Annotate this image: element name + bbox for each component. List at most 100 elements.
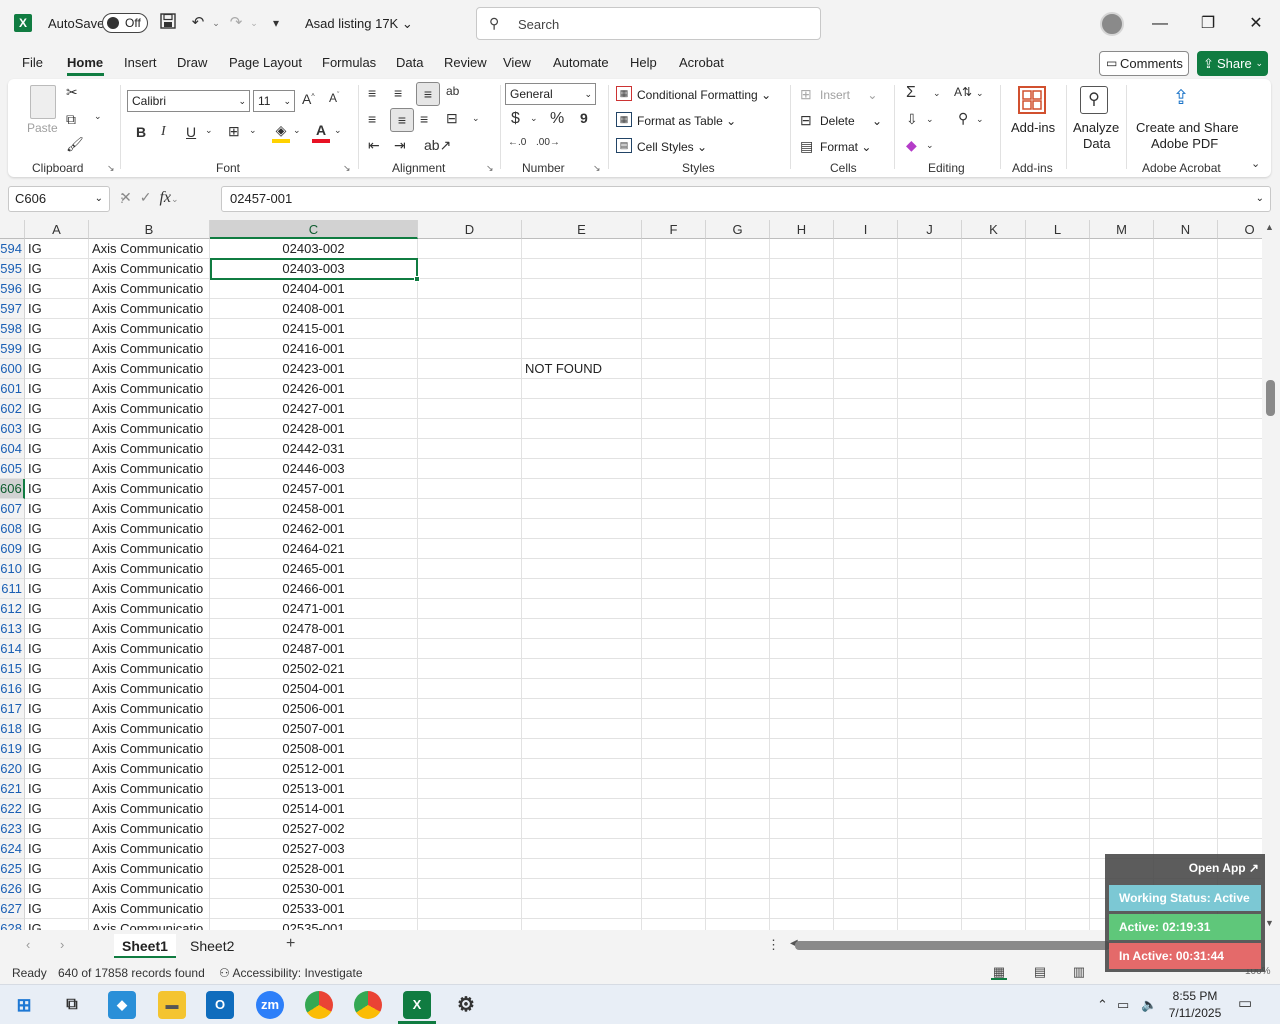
cell-n[interactable] — [1154, 259, 1218, 279]
cell-i[interactable] — [834, 639, 898, 659]
cell-f[interactable] — [642, 919, 706, 930]
cell-o[interactable] — [1218, 379, 1262, 399]
cell-l[interactable] — [1026, 419, 1090, 439]
create-share-label-1[interactable]: Create and Share — [1136, 120, 1239, 135]
cell-c[interactable]: 02487-001 — [210, 639, 418, 659]
cell-d[interactable] — [418, 619, 522, 639]
cell-c[interactable]: 02446-003 — [210, 459, 418, 479]
cell-e[interactable] — [522, 539, 642, 559]
cell-a[interactable]: IG — [25, 359, 89, 379]
cell-a[interactable]: IG — [25, 539, 89, 559]
cell-d[interactable] — [418, 299, 522, 319]
cell-g[interactable] — [706, 739, 770, 759]
cell-m[interactable] — [1090, 399, 1154, 419]
cell-e[interactable] — [522, 279, 642, 299]
cell-g[interactable] — [706, 779, 770, 799]
cell-d[interactable] — [418, 359, 522, 379]
more-options-icon[interactable]: ⋮ — [767, 937, 780, 953]
cell-l[interactable] — [1026, 899, 1090, 919]
cell-h[interactable] — [770, 439, 834, 459]
cell-i[interactable] — [834, 659, 898, 679]
cell-a[interactable]: IG — [25, 719, 89, 739]
cell-f[interactable] — [642, 879, 706, 899]
cell-c[interactable]: 02466-001 — [210, 579, 418, 599]
cell-g[interactable] — [706, 759, 770, 779]
format-as-table-button[interactable]: Format as Table ⌄ — [637, 114, 736, 128]
row-header[interactable]: 618 — [0, 719, 25, 739]
tab-formulas[interactable]: Formulas — [322, 55, 376, 70]
cell-f[interactable] — [642, 459, 706, 479]
cell-i[interactable] — [834, 519, 898, 539]
cell-o[interactable] — [1218, 259, 1262, 279]
format-cells-button[interactable]: Format ⌄ — [820, 140, 871, 154]
cell-b[interactable]: Axis Communicatio — [89, 639, 210, 659]
cell-j[interactable] — [898, 259, 962, 279]
cell-k[interactable] — [962, 699, 1026, 719]
cell-o[interactable] — [1218, 619, 1262, 639]
cell-n[interactable] — [1154, 239, 1218, 259]
cell-l[interactable] — [1026, 359, 1090, 379]
column-header-m[interactable]: M — [1090, 220, 1154, 239]
cell-e[interactable] — [522, 239, 642, 259]
cell-o[interactable] — [1218, 579, 1262, 599]
cell-e[interactable] — [522, 919, 642, 930]
cell-a[interactable]: IG — [25, 759, 89, 779]
cell-b[interactable]: Axis Communicatio — [89, 359, 210, 379]
cell-g[interactable] — [706, 379, 770, 399]
cell-o[interactable] — [1218, 679, 1262, 699]
cell-f[interactable] — [642, 719, 706, 739]
column-header-c[interactable]: C — [210, 220, 418, 239]
cell-h[interactable] — [770, 519, 834, 539]
cell-c[interactable]: 02457-001 — [210, 479, 418, 499]
align-right-icon[interactable]: ≡ — [420, 111, 428, 127]
cell-h[interactable] — [770, 879, 834, 899]
cell-j[interactable] — [898, 319, 962, 339]
cell-k[interactable] — [962, 639, 1026, 659]
tab-page-layout[interactable]: Page Layout — [229, 55, 302, 70]
cell-b[interactable]: Axis Communicatio — [89, 859, 210, 879]
cell-h[interactable] — [770, 259, 834, 279]
cell-n[interactable] — [1154, 279, 1218, 299]
sort-filter-icon[interactable]: A⇅ — [954, 85, 972, 99]
cell-o[interactable] — [1218, 539, 1262, 559]
cell-f[interactable] — [642, 399, 706, 419]
cell-l[interactable] — [1026, 279, 1090, 299]
cell-j[interactable] — [898, 679, 962, 699]
cell-a[interactable]: IG — [25, 799, 89, 819]
cell-m[interactable] — [1090, 239, 1154, 259]
paste-label[interactable]: Paste — [27, 121, 58, 135]
cell-a[interactable]: IG — [25, 699, 89, 719]
cell-c[interactable]: 02506-001 — [210, 699, 418, 719]
row-header[interactable]: 600 — [0, 359, 25, 379]
cell-h[interactable] — [770, 239, 834, 259]
cell-c[interactable]: 02442-031 — [210, 439, 418, 459]
cell-g[interactable] — [706, 719, 770, 739]
cell-o[interactable] — [1218, 459, 1262, 479]
cell-h[interactable] — [770, 459, 834, 479]
cell-k[interactable] — [962, 239, 1026, 259]
cell-j[interactable] — [898, 459, 962, 479]
cell-b[interactable]: Axis Communicatio — [89, 839, 210, 859]
volume-icon[interactable]: 🔈 — [1141, 997, 1157, 1013]
cell-m[interactable] — [1090, 659, 1154, 679]
column-header-d[interactable]: D — [418, 220, 522, 239]
bold-button[interactable]: B — [136, 124, 146, 140]
cell-e[interactable] — [522, 579, 642, 599]
cell-j[interactable] — [898, 879, 962, 899]
cell-d[interactable] — [418, 679, 522, 699]
chrome-profile-icon[interactable] — [354, 991, 382, 1019]
font-launcher-icon[interactable]: ↘ — [343, 163, 351, 174]
cell-g[interactable] — [706, 539, 770, 559]
row-header[interactable]: 610 — [0, 559, 25, 579]
cell-b[interactable]: Axis Communicatio — [89, 459, 210, 479]
cell-m[interactable] — [1090, 819, 1154, 839]
cell-h[interactable] — [770, 819, 834, 839]
cell-m[interactable] — [1090, 299, 1154, 319]
cell-l[interactable] — [1026, 379, 1090, 399]
cell-h[interactable] — [770, 559, 834, 579]
cell-j[interactable] — [898, 439, 962, 459]
cell-d[interactable] — [418, 599, 522, 619]
cell-k[interactable] — [962, 499, 1026, 519]
cut-icon[interactable]: ✂ — [66, 84, 78, 101]
decrease-decimal-icon[interactable]: .00→ — [536, 137, 560, 148]
